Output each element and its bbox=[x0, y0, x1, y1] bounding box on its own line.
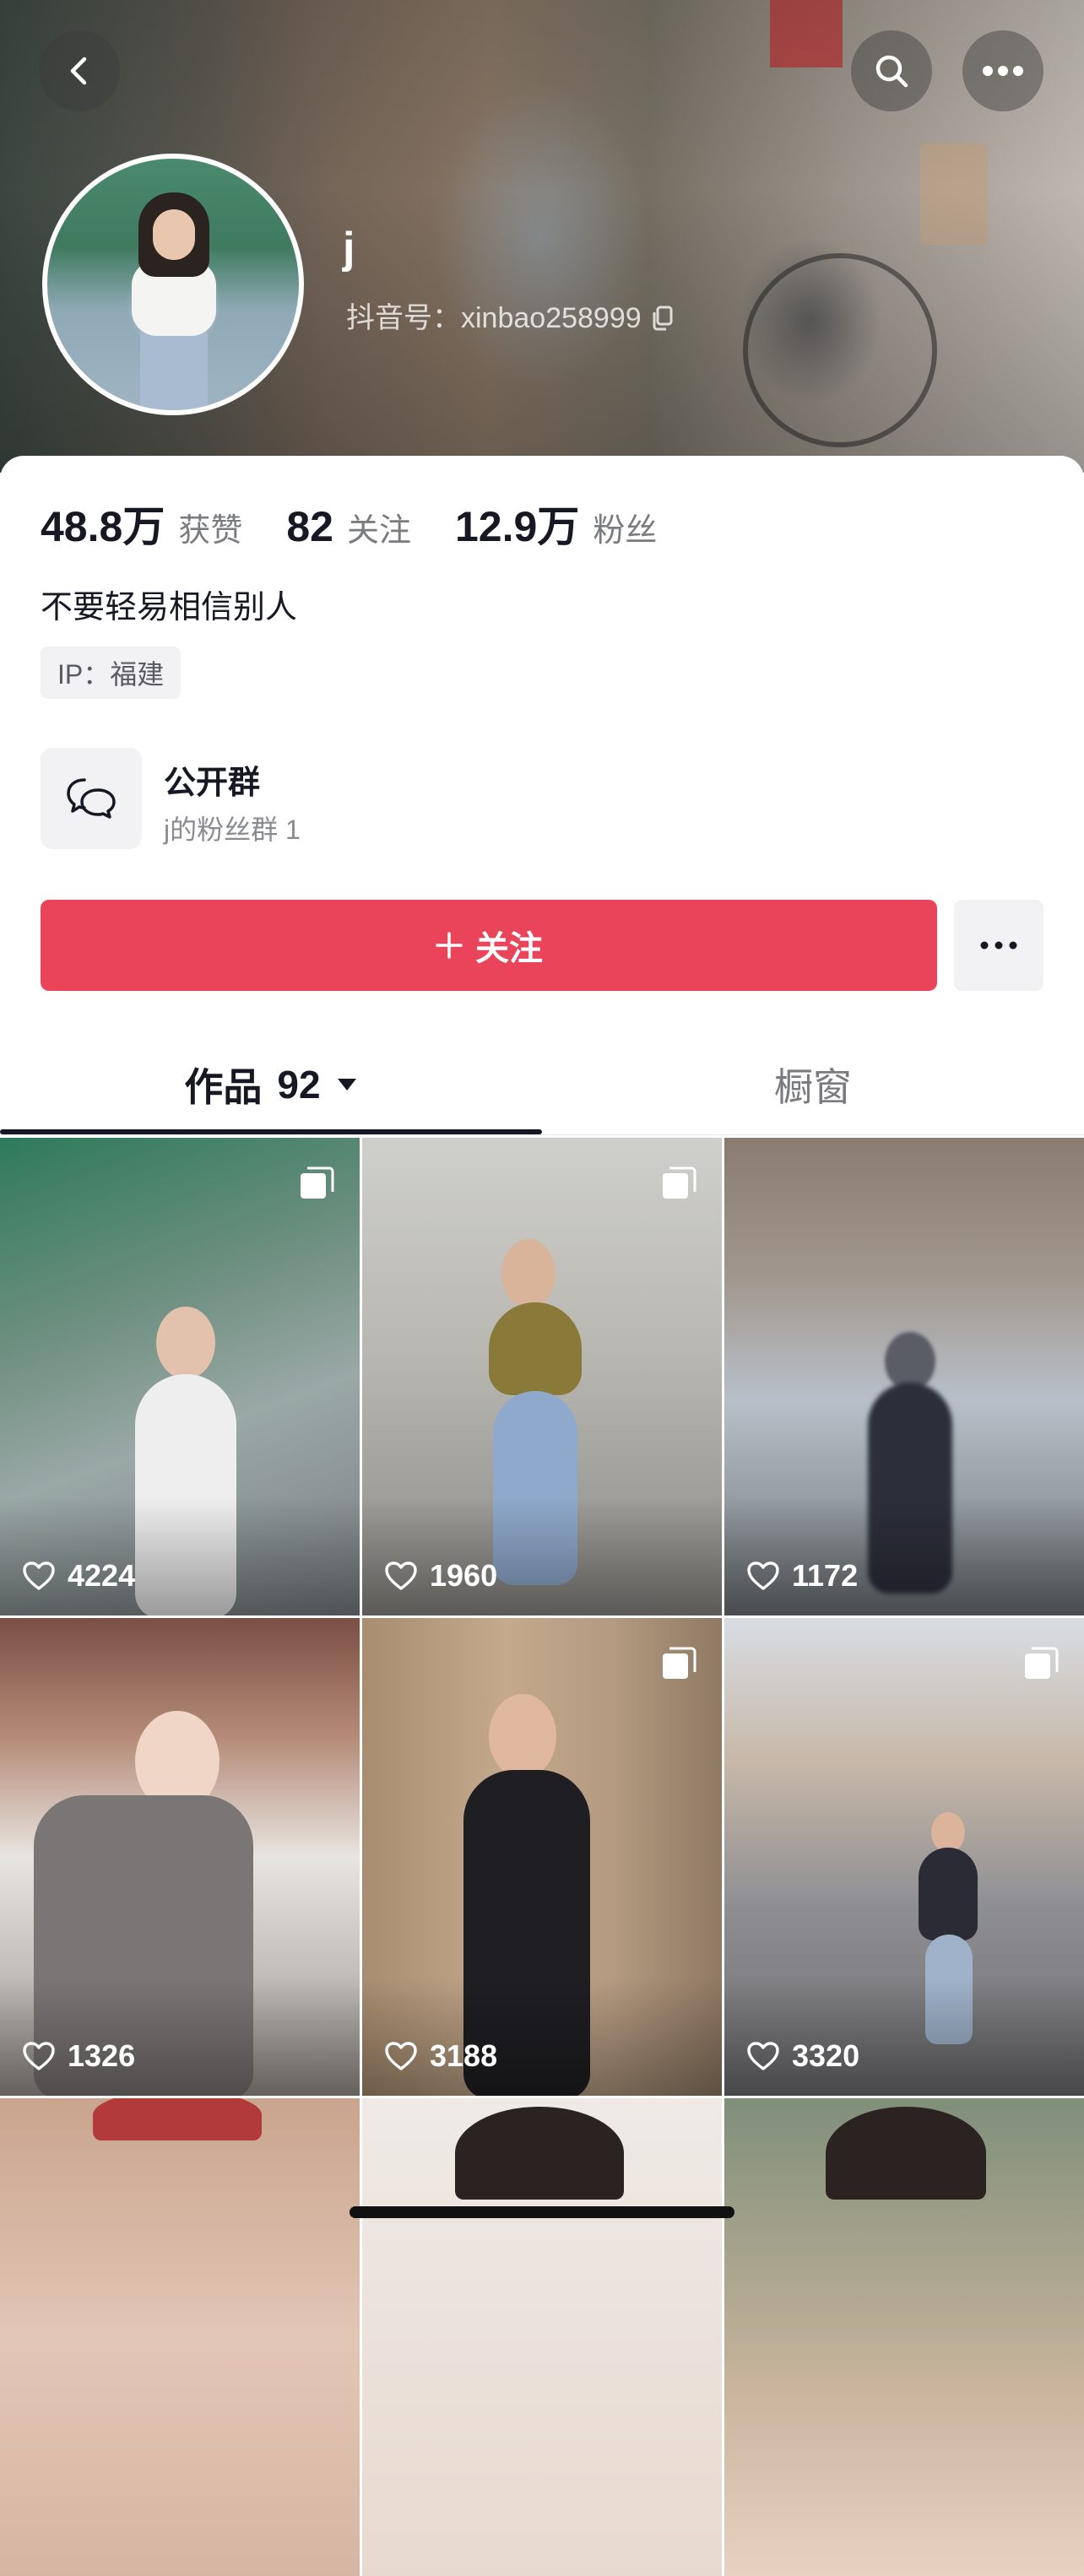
profile-nickname: j bbox=[343, 224, 355, 273]
home-indicator[interactable] bbox=[350, 2206, 734, 2218]
like-count-text: 3188 bbox=[430, 2038, 498, 2073]
like-count: 1960 bbox=[384, 1558, 497, 1594]
content-tabs: 作品 92 橱窗 bbox=[0, 1038, 1084, 1131]
video-thumbnail[interactable] bbox=[0, 2098, 360, 2576]
multi-image-icon bbox=[663, 1166, 696, 1199]
search-button[interactable] bbox=[851, 30, 932, 111]
douyin-id-text: 抖音号：xinbao258999 bbox=[346, 302, 642, 334]
like-count-text: 4224 bbox=[68, 1558, 136, 1593]
video-thumbnail[interactable]: 4224 bbox=[0, 1138, 360, 1615]
tab-works-count: 92 bbox=[277, 1063, 321, 1107]
like-count: 3188 bbox=[384, 2038, 497, 2074]
search-icon bbox=[875, 55, 908, 88]
video-thumbnail[interactable]: 3188 bbox=[362, 1618, 722, 2096]
like-count: 4224 bbox=[22, 1558, 135, 1594]
profile-stats: 48.8万 获赞 82 关注 12.9万 粉丝 bbox=[41, 493, 701, 554]
back-arrow-icon bbox=[70, 57, 87, 85]
copy-icon[interactable] bbox=[650, 306, 674, 331]
stat-label: 粉丝 bbox=[593, 513, 658, 549]
heart-icon bbox=[23, 1561, 55, 1590]
like-count-text: 3320 bbox=[792, 2038, 860, 2073]
multi-image-icon bbox=[1025, 1647, 1059, 1679]
video-thumbnail[interactable]: 1172 bbox=[724, 1138, 1084, 1615]
avatar[interactable] bbox=[42, 154, 304, 415]
like-count-text: 1960 bbox=[430, 1558, 498, 1593]
tab-showcase-label: 橱窗 bbox=[774, 1065, 852, 1109]
cover-decoration bbox=[770, 0, 843, 68]
caret-down-icon[interactable] bbox=[336, 1077, 358, 1092]
plus-icon bbox=[436, 932, 463, 959]
like-count: 3320 bbox=[746, 2038, 859, 2074]
like-count-text: 1172 bbox=[792, 1558, 859, 1593]
group-subtitle: j的粉丝群 1 bbox=[164, 814, 301, 845]
multi-image-icon bbox=[301, 1166, 334, 1199]
profile-card: 48.8万 获赞 82 关注 12.9万 粉丝 不要轻易相信别人 IP：福建 公… bbox=[0, 456, 1084, 2576]
follow-label: 关注 bbox=[475, 930, 543, 967]
chat-bubbles-icon bbox=[67, 778, 116, 819]
douyin-id[interactable]: 抖音号：xinbao258999 bbox=[346, 304, 674, 333]
heart-icon bbox=[385, 1561, 417, 1590]
group-title: 公开群 bbox=[164, 766, 261, 801]
video-thumbnail[interactable] bbox=[362, 2098, 722, 2576]
back-button[interactable] bbox=[39, 30, 120, 111]
stat-likes[interactable]: 48.8万 获赞 bbox=[41, 493, 242, 554]
video-thumbnail[interactable]: 1326 bbox=[0, 1618, 360, 2096]
stat-followers[interactable]: 12.9万 粉丝 bbox=[455, 493, 657, 554]
heart-icon bbox=[747, 2042, 779, 2070]
like-count-text: 1326 bbox=[68, 2038, 136, 2073]
tab-works-label: 作品 bbox=[184, 1065, 263, 1109]
multi-image-icon bbox=[663, 1647, 696, 1679]
like-count: 1326 bbox=[22, 2038, 135, 2074]
stat-label: 关注 bbox=[346, 513, 411, 549]
stat-number: 12.9万 bbox=[454, 503, 580, 550]
ip-location-tag: IP：福建 bbox=[41, 647, 182, 699]
heart-icon bbox=[747, 1561, 779, 1590]
fan-group-entry[interactable]: 公开群 j的粉丝群 1 bbox=[41, 748, 1043, 849]
video-thumbnail[interactable]: 3320 bbox=[724, 1618, 1084, 2096]
profile-bio: 不要轻易相信别人 bbox=[41, 590, 298, 625]
group-icon-box bbox=[41, 748, 142, 849]
stat-number: 82 bbox=[286, 503, 333, 550]
tabs-divider bbox=[0, 1134, 1084, 1135]
more-dots-icon bbox=[980, 941, 1017, 950]
stat-label: 获赞 bbox=[178, 513, 243, 549]
stat-number: 48.8万 bbox=[41, 503, 165, 550]
heart-icon bbox=[385, 2042, 417, 2070]
more-dots-icon bbox=[983, 66, 1023, 76]
cover-decoration bbox=[743, 253, 937, 447]
follow-button[interactable]: 关注 bbox=[41, 900, 937, 991]
more-options-button[interactable] bbox=[962, 30, 1043, 111]
heart-icon bbox=[23, 2042, 55, 2070]
cover-decoration bbox=[920, 143, 988, 245]
like-count: 1172 bbox=[746, 1558, 858, 1594]
tab-works[interactable]: 作品 92 bbox=[0, 1038, 542, 1131]
stat-following[interactable]: 82 关注 bbox=[286, 502, 411, 551]
more-actions-button[interactable] bbox=[954, 900, 1043, 991]
tab-showcase[interactable]: 橱窗 bbox=[542, 1038, 1084, 1131]
video-thumbnail[interactable]: 1960 bbox=[362, 1138, 722, 1615]
video-thumbnail[interactable] bbox=[724, 2098, 1084, 2576]
